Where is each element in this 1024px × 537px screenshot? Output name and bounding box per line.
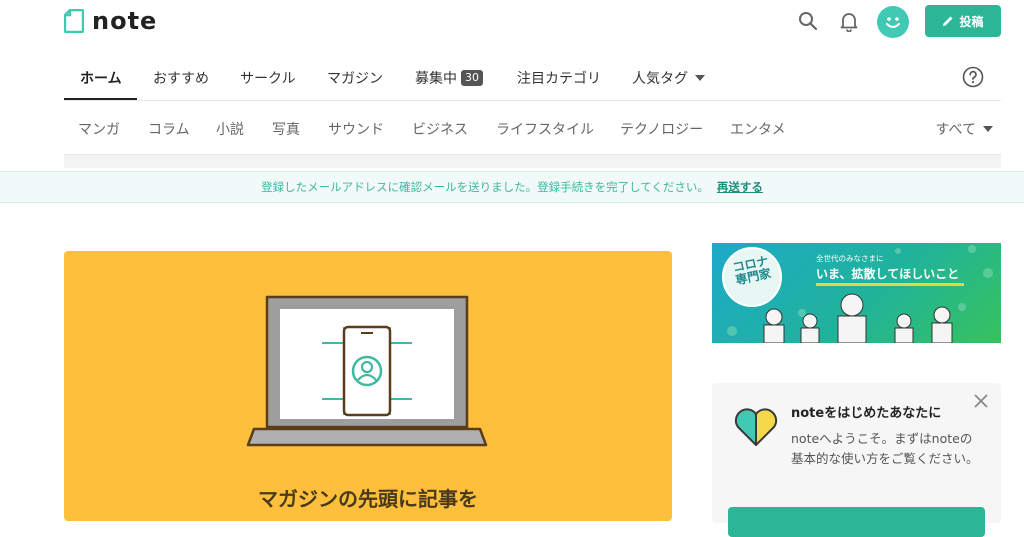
note-logo-icon	[63, 8, 85, 34]
divider-strip	[64, 155, 1001, 168]
tab-label: マガジン	[327, 71, 383, 87]
promo-title: マガジンの先頭に記事を	[258, 487, 478, 511]
category-link[interactable]: コラム	[148, 119, 190, 139]
welcome-card: noteをはじめたあなたに noteへようこそ。まずはnoteの基本的な使い方を…	[712, 383, 1001, 537]
banner-subtitle: 全世代のみなさまに	[816, 254, 884, 263]
magazine-promo-card[interactable]: マガジンの先頭に記事を	[64, 251, 672, 521]
welcome-action-button[interactable]	[728, 507, 985, 537]
post-button-label: 投稿	[959, 14, 984, 29]
active-tab-underline	[64, 98, 137, 100]
notice-text: 登録したメールアドレスに確認メールを送りました。登録手続きを完了してください。	[261, 180, 709, 194]
post-button[interactable]: 投稿	[925, 5, 1001, 37]
tab-magazine[interactable]: マガジン	[327, 68, 383, 88]
category-link[interactable]: 写真	[272, 119, 300, 139]
corona-banner[interactable]: コロナ 専門家 全世代のみなさまに いま、拡散してほしいこと	[712, 243, 1001, 343]
pencil-icon	[943, 16, 953, 26]
welcome-title: noteをはじめたあなたに	[791, 406, 942, 421]
tab-label: 注目カテゴリ	[517, 71, 601, 87]
resend-link[interactable]: 再送する	[717, 179, 763, 195]
header: note 投稿	[0, 0, 1024, 44]
help-icon[interactable]	[962, 66, 984, 88]
heart-icon	[734, 408, 778, 446]
category-link[interactable]: ビジネス	[412, 119, 468, 139]
tab-recruiting[interactable]: 募集中 30	[415, 68, 483, 88]
search-icon[interactable]	[797, 10, 819, 32]
tab-label: おすすめ	[153, 71, 209, 87]
tab-label: 人気タグ	[632, 71, 688, 87]
welcome-body: noteへようこそ。まずはnoteの基本的な使い方をご覧ください。	[791, 431, 979, 466]
category-all-dropdown[interactable]: すべて	[936, 119, 993, 139]
avatar[interactable]	[877, 6, 909, 38]
tab-circle[interactable]: サークル	[240, 68, 296, 88]
smile-icon	[886, 17, 900, 28]
category-link[interactable]: テクノロジー	[620, 119, 703, 139]
category-link[interactable]: ライフスタイル	[496, 119, 594, 139]
banner-title: いま、拡散してほしいこと	[816, 267, 960, 281]
tab-label: サークル	[240, 71, 296, 87]
category-link[interactable]: マンガ	[78, 119, 120, 139]
close-icon[interactable]	[973, 393, 989, 409]
tab-featured-categories[interactable]: 注目カテゴリ	[517, 68, 601, 88]
tab-home[interactable]: ホーム	[80, 68, 122, 88]
tab-label: 募集中	[415, 71, 457, 87]
category-all-label: すべて	[935, 122, 976, 138]
count-badge: 30	[461, 70, 483, 86]
category-link[interactable]: サウンド	[328, 119, 384, 139]
laptop-illustration	[246, 295, 488, 447]
email-confirm-notice: 登録したメールアドレスに確認メールを送りました。登録手続きを完了してください。 …	[0, 171, 1024, 203]
note-logo[interactable]: note	[63, 7, 158, 35]
category-link[interactable]: エンタメ	[730, 119, 786, 139]
bell-icon[interactable]	[838, 10, 860, 33]
tab-popular-tags[interactable]: 人気タグ	[632, 68, 705, 88]
tab-label: ホーム	[80, 71, 122, 87]
banner-underline	[816, 283, 964, 286]
main-tabs: ホーム おすすめ サークル マガジン 募集中 30 注目カテゴリ 人気タグ	[64, 54, 1001, 101]
chevron-down-icon	[695, 75, 705, 81]
category-bar: マンガ コラム 小説 写真 サウンド ビジネス ライフスタイル テクノロジー エ…	[64, 101, 1001, 155]
logo-text: note	[92, 7, 158, 35]
tab-recommended[interactable]: おすすめ	[153, 68, 209, 88]
chevron-down-icon	[983, 126, 993, 132]
category-link[interactable]: 小説	[216, 119, 244, 139]
